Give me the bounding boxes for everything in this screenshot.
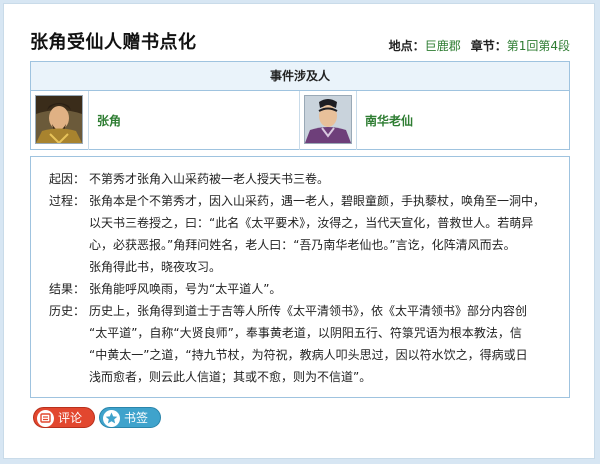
person-avatar-cell (299, 91, 357, 150)
cause-label: 起因： (49, 172, 86, 186)
location-label: 地点： (388, 39, 425, 53)
chapter-link[interactable]: 第1回第4段 (507, 39, 570, 53)
person-name-nanhua-laoxian[interactable]: 南华老仙 (365, 112, 413, 129)
comment-button[interactable]: 评论 (33, 407, 95, 428)
star-icon (103, 410, 120, 427)
people-table: 事件涉及人 张角 南华老仙 (30, 61, 570, 150)
event-story: 起因： 不第秀才张角入山采药被一老人授天书三卷。 过程： 张角本是个不第秀才，因… (30, 156, 570, 398)
history-text: 历史上，张角得到道士于吉等人所传《太平清领书》，依《太平清领书》部分内容创 “太… (89, 304, 528, 384)
person-name-cell: 南华老仙 (357, 91, 569, 150)
bookmark-label: 书签 (124, 411, 149, 425)
process-label: 过程： (49, 194, 86, 208)
location-link[interactable]: 巨鹿郡 (425, 39, 461, 53)
story-process: 过程： 张角本是个不第秀才，因入山采药，遇一老人，碧眼童颜，手执藜杖，唤角至一洞… (49, 190, 555, 278)
people-heading: 事件涉及人 (31, 62, 569, 91)
event-meta: 地点：巨鹿郡 章节：第1回第4段 (389, 37, 570, 54)
nanhua-laoxian-portrait-icon (305, 96, 351, 143)
zhang-jiao-avatar[interactable] (35, 95, 83, 144)
page-title: 张角受仙人赠书点化 (30, 32, 197, 53)
story-cause: 起因： 不第秀才张角入山采药被一老人授天书三卷。 (49, 168, 555, 190)
comment-icon (37, 410, 54, 427)
bookmark-button[interactable]: 书签 (99, 407, 161, 428)
chapter-label: 章节： (470, 39, 507, 53)
nanhua-laoxian-avatar[interactable] (304, 95, 352, 144)
person-name-cell: 张角 (89, 91, 299, 150)
cause-text: 不第秀才张角入山采药被一老人授天书三卷。 (89, 172, 330, 186)
story-result: 结果： 张角能呼风唤雨，号为“太平道人”。 (49, 278, 555, 300)
history-label: 历史： (49, 304, 86, 318)
zhang-jiao-portrait-icon (36, 96, 82, 143)
process-text: 张角本是个不第秀才，因入山采药，遇一老人，碧眼童颜，手执藜杖，唤角至一洞中， 以… (89, 194, 546, 274)
result-label: 结果： (49, 282, 86, 296)
person-name-zhang-jiao[interactable]: 张角 (97, 112, 121, 129)
people-row: 张角 南华老仙 (31, 91, 569, 150)
story-history: 历史： 历史上，张角得到道士于吉等人所传《太平清领书》，依《太平清领书》部分内容… (49, 300, 555, 388)
comment-label: 评论 (58, 411, 83, 425)
person-avatar-cell (31, 91, 89, 150)
result-text: 张角能呼风唤雨，号为“太平道人”。 (89, 282, 282, 296)
